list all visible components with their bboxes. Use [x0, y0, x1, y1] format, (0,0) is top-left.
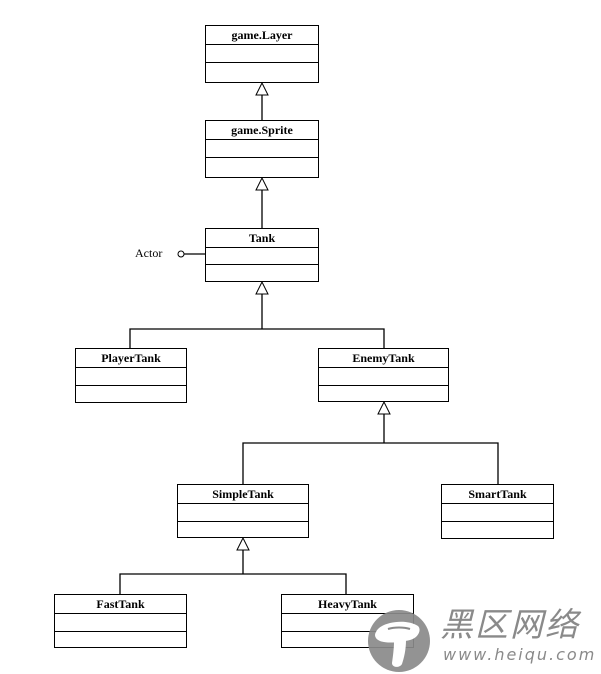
- edge-fast-heavy-simple: [119, 573, 347, 594]
- watermark-title: 黑区网络: [440, 605, 580, 644]
- class-game-layer[interactable]: game.Layer: [205, 25, 319, 83]
- class-operations: [178, 522, 308, 538]
- inheritance-arrow-tank: [255, 280, 269, 295]
- class-game-sprite[interactable]: game.Sprite: [205, 120, 319, 178]
- class-name: SmartTank: [442, 485, 553, 504]
- inheritance-arrow-enemy: [377, 400, 391, 415]
- mushroom-logo-icon: [368, 610, 430, 672]
- class-name: FastTank: [55, 595, 186, 614]
- class-name: game.Layer: [206, 26, 318, 45]
- class-attributes: [55, 614, 186, 632]
- class-name: PlayerTank: [76, 349, 186, 368]
- class-attributes: [178, 504, 308, 522]
- inheritance-arrow-sprite: [255, 176, 269, 191]
- class-simple-tank[interactable]: SimpleTank: [177, 484, 309, 538]
- class-attributes: [76, 368, 186, 386]
- edge-simple-smart-enemy: [242, 442, 499, 484]
- interface-lollipop-icon: [177, 250, 185, 258]
- class-attributes: [206, 45, 318, 63]
- watermark-url: www.heiqu.com: [443, 645, 597, 664]
- class-name: SimpleTank: [178, 485, 308, 504]
- class-name: Tank: [206, 229, 318, 248]
- edge-player-tank: [129, 328, 385, 348]
- class-operations: [442, 522, 553, 538]
- class-operations: [206, 63, 318, 79]
- class-smart-tank[interactable]: SmartTank: [441, 484, 554, 539]
- class-diagram-connectors: [119, 81, 499, 594]
- class-player-tank[interactable]: PlayerTank: [75, 348, 187, 403]
- class-operations: [206, 265, 318, 281]
- class-operations: [55, 632, 186, 648]
- class-operations: [206, 158, 318, 174]
- class-fast-tank[interactable]: FastTank: [54, 594, 187, 648]
- class-attributes: [319, 368, 448, 386]
- inheritance-arrow-layer: [255, 81, 269, 96]
- class-operations: [76, 386, 186, 402]
- class-name: game.Sprite: [206, 121, 318, 140]
- class-enemy-tank[interactable]: EnemyTank: [318, 348, 449, 402]
- class-attributes: [206, 248, 318, 265]
- inheritance-arrow-simple: [236, 536, 250, 551]
- class-attributes: [206, 140, 318, 158]
- class-tank[interactable]: Tank: [205, 228, 319, 282]
- class-name: EnemyTank: [319, 349, 448, 368]
- class-operations: [319, 386, 448, 402]
- class-attributes: [442, 504, 553, 522]
- interface-actor-label: Actor: [135, 246, 163, 260]
